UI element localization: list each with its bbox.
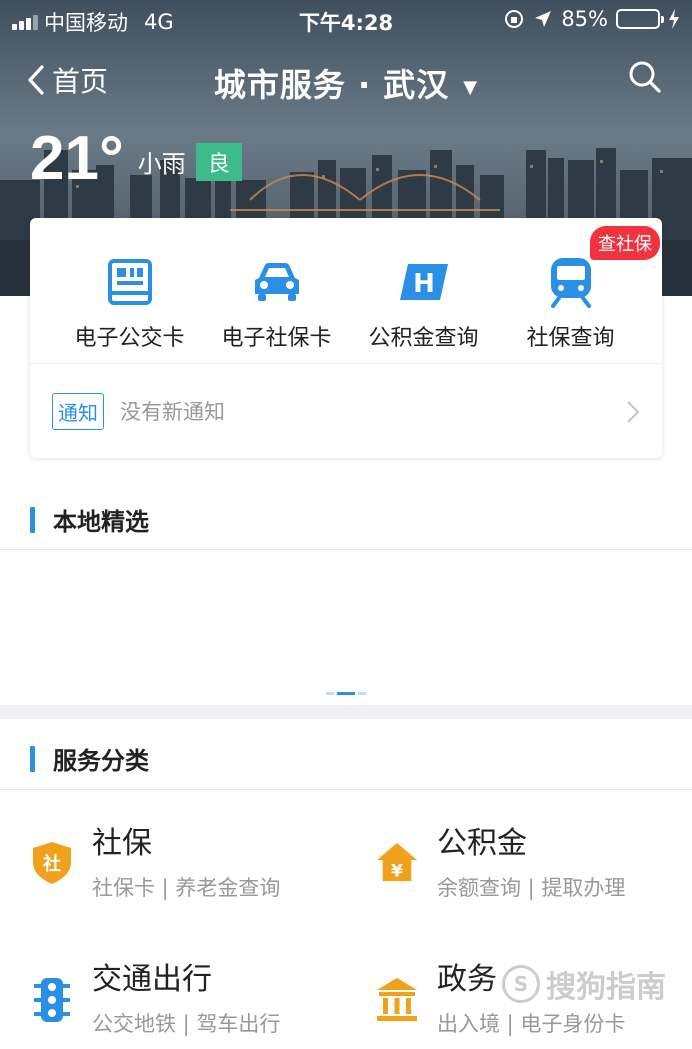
quick-item-bus-card[interactable]: 电子公交卡 [56, 256, 203, 363]
train-icon [550, 258, 591, 308]
traffic-light-icon [34, 978, 70, 1022]
section-title-local: 本地精选 [30, 502, 149, 537]
caret-down-icon: ▼ [463, 76, 479, 98]
svg-text:¥: ¥ [391, 861, 403, 881]
quick-item-label: 公积金查询 [368, 326, 479, 351]
watermark-text: 搜狗指南 [546, 970, 666, 1005]
service-subtitle: 社保卡 | 养老金查询 [92, 876, 281, 900]
quick-item-label: 电子社保卡 [221, 326, 332, 351]
divider [0, 549, 692, 550]
temperature: 21° [30, 124, 124, 193]
carousel-pager [326, 692, 366, 695]
service-social-security[interactable]: 社 社保 社保卡 | 养老金查询 [30, 826, 280, 902]
section-accent-bar [30, 506, 35, 533]
charging-bolt-icon [669, 9, 679, 29]
car-icon [254, 263, 299, 301]
battery-icon [616, 9, 664, 29]
battery-percent: 85% [561, 7, 608, 31]
service-subtitle: 公交地铁 | 驾车出行 [92, 1012, 281, 1036]
orientation-lock-icon [505, 10, 524, 28]
shield-icon: 社 [33, 842, 71, 884]
divider [0, 789, 692, 790]
section-gap [0, 705, 692, 719]
page-title: 城市服务 · 武汉 [213, 66, 450, 104]
svg-text:社: 社 [43, 853, 61, 875]
search-button[interactable] [628, 60, 662, 98]
weather-condition: 小雨 [137, 150, 186, 178]
notice-text: 没有新通知 [120, 400, 225, 424]
promo-badge[interactable]: 查社保 [590, 226, 660, 260]
navigation-bar: 首页 城市服务 · 武汉 ▼ [0, 50, 692, 108]
chevron-right-icon [627, 401, 640, 423]
section-title-categories: 服务分类 [30, 741, 149, 776]
service-name: 交通出行 [92, 962, 212, 997]
location-arrow-icon [535, 11, 552, 27]
svg-text:H: H [413, 269, 435, 299]
search-icon [629, 61, 661, 93]
section-accent-bar [30, 745, 35, 772]
quick-item-social-query[interactable]: 社保查询 [497, 256, 644, 363]
section-label: 本地精选 [53, 508, 149, 536]
quick-item-label: 电子公交卡 [74, 326, 185, 351]
housing-fund-icon: H [399, 264, 448, 300]
watermark-logo-icon: S [502, 965, 540, 1003]
service-subtitle: 出入境 | 电子身份卡 [437, 1012, 626, 1036]
government-building-icon [377, 978, 417, 1021]
service-name: 社保 [92, 826, 152, 861]
quick-services-card: 查社保 电子公交卡 电子社保卡 H 公积金查询 社保查询 通知 没有新通知 [30, 218, 662, 458]
notice-row[interactable]: 通知 没有新通知 [30, 363, 662, 458]
service-transport[interactable]: 交通出行 公交地铁 | 驾车出行 [30, 962, 280, 1038]
weather-widget[interactable]: 21° 小雨 良 [30, 128, 242, 190]
watermark: S 搜狗指南 [502, 962, 666, 1006]
air-quality-badge: 良 [195, 143, 242, 181]
status-bar: 中国移动 4G 下午4:28 85% [0, 0, 692, 40]
quick-item-label: 社保查询 [526, 326, 615, 351]
quick-item-social-card[interactable]: 电子社保卡 [203, 256, 350, 363]
house-yuan-icon: ¥ [376, 842, 418, 881]
notice-tag: 通知 [52, 392, 104, 430]
quick-item-housing-fund[interactable]: H 公积金查询 [350, 256, 497, 363]
bus-card-icon [107, 259, 152, 305]
section-label: 服务分类 [53, 747, 149, 775]
service-subtitle: 余额查询 | 提取办理 [437, 876, 626, 900]
service-name: 公积金 [437, 826, 527, 861]
service-housing-fund[interactable]: ¥ 公积金 余额查询 | 提取办理 [375, 826, 625, 902]
city-selector[interactable]: 城市服务 · 武汉 ▼ [0, 60, 692, 106]
